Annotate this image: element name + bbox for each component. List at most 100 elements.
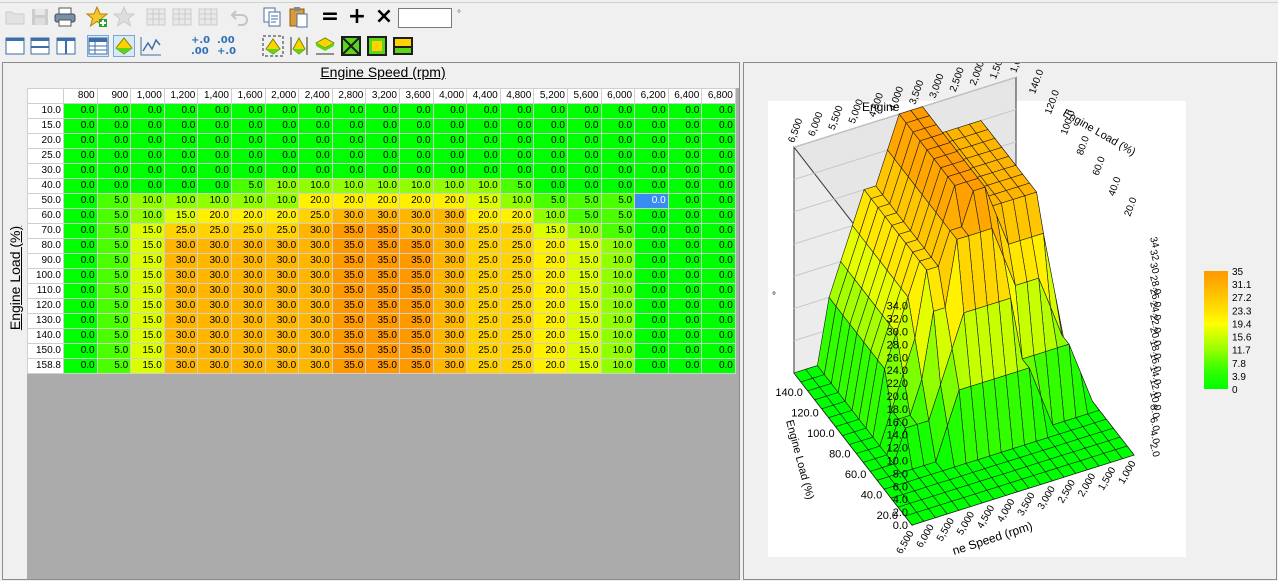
map-cell[interactable]: 0.0 [566,118,602,134]
map-cell[interactable]: 15.0 [130,223,165,239]
map-cell[interactable]: 25.0 [499,298,535,314]
map-cell[interactable]: 25.0 [466,223,501,239]
map-cell[interactable]: 5.0 [566,193,602,209]
map-cell[interactable]: 0.0 [533,133,568,149]
map-cell[interactable]: 35.0 [398,328,434,344]
map-cell[interactable]: 0.0 [466,163,501,179]
map-cell[interactable]: 15.0 [566,358,602,374]
map-cell[interactable]: 30.0 [398,208,434,224]
map-cell[interactable]: 30.0 [197,298,232,314]
map-cell[interactable]: 35.0 [365,358,400,374]
row-header[interactable]: 100.0 [27,268,64,284]
map-cell[interactable]: 35.0 [331,238,367,254]
map-cell[interactable]: 15.0 [130,253,165,269]
map-cell[interactable]: 25.0 [466,298,501,314]
map-cell[interactable]: 15.0 [566,343,602,359]
map-cell[interactable]: 0.0 [701,253,736,269]
map-cell[interactable]: 0.0 [466,118,501,134]
column-header[interactable]: 6,000 [600,88,636,104]
map-cell[interactable]: 30.0 [365,208,400,224]
map-cell[interactable]: 0.0 [667,238,703,254]
map-cell[interactable]: 5.0 [230,178,266,194]
map-cell[interactable]: 0.0 [533,178,568,194]
row-header[interactable]: 110.0 [27,283,64,299]
map-cell[interactable]: 0.0 [600,103,636,119]
map-cell[interactable]: 30.0 [264,268,300,284]
map-cell[interactable]: 30.0 [197,268,232,284]
map-cell[interactable]: 30.0 [298,328,333,344]
map-cell[interactable]: 0.0 [63,358,98,374]
map-cell[interactable]: 30.0 [230,268,266,284]
map-cell[interactable]: 35.0 [365,253,400,269]
map-cell[interactable]: 0.0 [230,133,266,149]
map-cell[interactable]: 0.0 [701,358,736,374]
map-cell[interactable]: 0.0 [264,133,300,149]
map-cell[interactable]: 0.0 [163,163,199,179]
set-equal-button[interactable]: = [318,6,342,28]
map-cell[interactable]: 10.0 [600,343,636,359]
map-cell[interactable]: 30.0 [163,298,199,314]
increase-decimals-button[interactable]: +.0 .00 [190,32,212,58]
map-cell[interactable]: 30.0 [197,328,232,344]
column-header[interactable]: 1,000 [130,88,165,104]
map-cell[interactable]: 30.0 [298,283,333,299]
map-cell[interactable]: 0.0 [634,118,669,134]
map-cell[interactable]: 0.0 [365,103,400,119]
undo-button[interactable] [229,6,251,28]
show-3d-button[interactable] [113,35,135,57]
map-cell[interactable]: 30.0 [298,253,333,269]
map-cell[interactable]: 10.0 [197,193,232,209]
map-cell[interactable]: 35.0 [398,253,434,269]
map-cell[interactable]: 0.0 [63,238,98,254]
map-cell[interactable]: 0.0 [499,118,535,134]
map-cell[interactable]: 5.0 [600,193,636,209]
map-cell[interactable]: 20.0 [398,193,434,209]
map-cell[interactable]: 0.0 [667,313,703,329]
map-cell[interactable]: 35.0 [365,223,400,239]
map-cell[interactable]: 0.0 [634,343,669,359]
add-favorite-button[interactable] [86,6,108,28]
map-cell[interactable]: 35.0 [331,253,367,269]
map-cell[interactable]: 0.0 [264,103,300,119]
map-cell[interactable]: 5.0 [96,313,132,329]
map-cell[interactable]: 5.0 [96,283,132,299]
map-cell[interactable]: 15.0 [130,313,165,329]
row-header[interactable]: 15.0 [27,118,64,134]
map-cell[interactable]: 0.0 [63,133,98,149]
map-cell[interactable]: 0.0 [130,118,165,134]
map-cell[interactable]: 0.0 [701,268,736,284]
map-cell[interactable]: 0.0 [701,103,736,119]
map-cell[interactable]: 0.0 [499,133,535,149]
column-header[interactable]: 2,000 [264,88,300,104]
map-cell[interactable]: 10.0 [600,328,636,344]
map-cell[interactable]: 5.0 [96,268,132,284]
map-cell[interactable]: 25.0 [466,238,501,254]
map-cell[interactable]: 0.0 [63,283,98,299]
map-cell[interactable]: 15.0 [163,208,199,224]
map-cell[interactable]: 10.0 [466,178,501,194]
map-cell[interactable]: 0.0 [566,103,602,119]
map-cell[interactable]: 30.0 [163,238,199,254]
map-cell[interactable]: 0.0 [499,103,535,119]
column-header[interactable]: 2,400 [298,88,333,104]
map-cell[interactable]: 10.0 [264,193,300,209]
map-cell[interactable]: 0.0 [667,133,703,149]
map-cell[interactable]: 25.0 [466,268,501,284]
map-cell[interactable]: 0.0 [63,118,98,134]
map-cell[interactable]: 0.0 [466,103,501,119]
map-cell[interactable]: 0.0 [63,253,98,269]
table-view-2-button[interactable] [171,6,193,28]
tilt-view-button[interactable] [288,35,310,57]
map-cell[interactable]: 0.0 [432,103,468,119]
map-cell[interactable]: 15.0 [130,238,165,254]
map-cell[interactable]: 0.0 [298,103,333,119]
multiply-value-button[interactable]: × [372,6,396,28]
map-cell[interactable]: 0.0 [398,133,434,149]
map-cell[interactable]: 0.0 [566,163,602,179]
map-cell[interactable]: 0.0 [365,163,400,179]
map-cell[interactable]: 20.0 [298,193,333,209]
map-cell[interactable]: 0.0 [600,133,636,149]
map-cell[interactable]: 0.0 [566,133,602,149]
map-cell[interactable]: 30.0 [230,253,266,269]
map-cell[interactable]: 30.0 [230,313,266,329]
